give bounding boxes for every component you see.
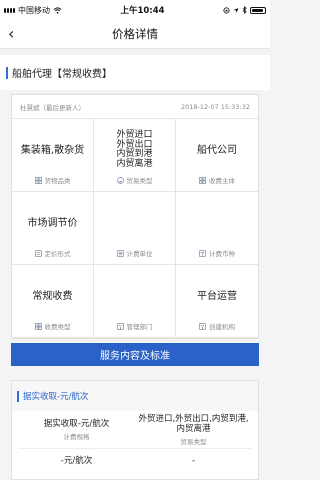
table-row: 据实收取-元/航次 计费规格 外贸进口,外贸出口,内贸到港,内贸离港 贸易类型 xyxy=(18,411,252,449)
detail-title: 据实收取-元/航次 xyxy=(23,392,89,402)
cell-value: 常规收费 xyxy=(32,290,73,302)
bluetooth-icon xyxy=(242,6,247,14)
status-bar: 中国移动 上午10:44 xyxy=(0,0,270,20)
cell-value: 集装箱,散杂货 xyxy=(20,144,85,156)
cell-value: 船代公司 xyxy=(197,144,237,156)
rotation-lock-icon xyxy=(223,6,230,14)
cell-label-wrap: 货物品类 xyxy=(34,175,71,185)
table-cell: 外贸进口,外贸出口,内贸到港,内贸离港 贸易类型 xyxy=(135,414,252,446)
cell-pricing-form: 市场调节价 定价形式 xyxy=(12,192,94,265)
cell-label: 定价形式 xyxy=(44,250,71,258)
battery-icon xyxy=(250,6,266,14)
wifi-icon xyxy=(53,6,62,14)
cell-label-wrap: 管理部门 xyxy=(116,321,153,331)
cell-billing-currency: 计费币种 xyxy=(176,192,258,265)
service-standards-button[interactable]: 服务内容及标准 xyxy=(11,343,259,366)
cell-trade-type: 外贸进口 外贸出口 内贸到港 内贸离港 贸易类型 xyxy=(94,119,176,192)
cell-label: 贸易类型 xyxy=(126,177,153,185)
cell-billing-unit: 计费单位 xyxy=(94,192,176,265)
meta-row: 杜慧斌（最后更新人） 2018-12-07 15:33:32 xyxy=(12,95,258,119)
detail-table: 据实收取-元/航次 计费规格 外贸进口,外贸出口,内贸到港,内贸离港 贸易类型 … xyxy=(18,411,252,473)
cell-management-dept: 管理部门 xyxy=(94,265,176,338)
trade-type-value: 外贸进口,外贸出口,内贸到港,内贸离港 xyxy=(138,413,249,434)
grid-icon xyxy=(34,176,42,184)
grid-icon xyxy=(199,176,206,184)
cell-label: 管理部门 xyxy=(126,323,153,331)
section-header: 船舶代理【常规收费】 xyxy=(0,55,270,90)
clock: 上午10:44 xyxy=(120,6,165,16)
table-cell: -元/航次 xyxy=(18,456,135,466)
table-cell: - xyxy=(135,456,252,466)
cell-label-wrap: 收费类型 xyxy=(34,321,71,331)
billing-spec-value: -元/航次 xyxy=(60,456,93,466)
cell-label-wrap: 创建机构 xyxy=(199,321,235,331)
billing-spec-value: 据实收取-元/航次 xyxy=(43,418,110,429)
cell-charging-entity: 船代公司 收费主体 xyxy=(176,119,258,192)
location-icon xyxy=(233,7,239,13)
price-info-card: 杜慧斌（最后更新人） 2018-12-07 15:33:32 集装箱,散杂货 货… xyxy=(11,94,259,339)
section-title: 船舶代理【常规收费】 xyxy=(12,69,112,80)
accent-bar xyxy=(17,390,19,402)
cell-value: 市场调节价 xyxy=(27,217,78,229)
currency-icon xyxy=(199,249,206,257)
cell-label: 收费类型 xyxy=(44,323,71,331)
status-right xyxy=(223,6,266,14)
accent-bar xyxy=(6,66,8,79)
billing-spec-label: 计费规格 xyxy=(63,432,90,441)
cell-label-wrap: 计费单位 xyxy=(116,248,153,258)
updater: 杜慧斌（最后更新人） xyxy=(20,103,85,112)
status-left: 中国移动 xyxy=(4,5,62,16)
building-icon xyxy=(199,322,206,330)
cell-label: 计费币种 xyxy=(209,250,235,258)
signal-icon xyxy=(4,7,15,13)
grid-icon xyxy=(34,322,42,330)
trade-type-label: 贸易类型 xyxy=(180,437,207,446)
table-cell: 据实收取-元/航次 计费规格 xyxy=(18,419,135,441)
update-timestamp: 2018-12-07 15:33:32 xyxy=(180,102,250,111)
cell-label-wrap: 定价形式 xyxy=(34,248,71,258)
table-row: -元/航次 - xyxy=(18,449,252,473)
cell-value: 外贸进口 外贸出口 内贸到港 内贸离港 xyxy=(116,125,152,175)
cell-label: 计费单位 xyxy=(126,250,153,258)
building-icon xyxy=(116,322,124,330)
cell-label-wrap: 收费主体 xyxy=(199,175,235,185)
carrier-label: 中国移动 xyxy=(18,5,50,15)
cell-value: 平台运营 xyxy=(197,290,237,302)
cell-label: 货物品类 xyxy=(44,177,71,185)
cell-charge-type: 常规收费 收费类型 xyxy=(12,265,94,338)
detail-header: 据实收取-元/航次 xyxy=(12,381,258,411)
cell-cargo-category: 集装箱,散杂货 货物品类 xyxy=(12,119,94,192)
page-title: 价格详情 xyxy=(112,27,158,41)
nav-bar: ‹ 价格详情 xyxy=(0,20,270,49)
ship-icon xyxy=(116,176,124,184)
detail-card: 据实收取-元/航次 据实收取-元/航次 计费规格 外贸进口,外贸出口,内贸到港,… xyxy=(11,380,259,480)
trade-type-value: - xyxy=(191,456,196,466)
cell-label: 收费主体 xyxy=(209,177,235,185)
cell-label-wrap: 贸易类型 xyxy=(116,175,153,185)
cell-creating-org: 平台运营 创建机构 xyxy=(176,265,258,338)
back-button[interactable]: ‹ xyxy=(8,25,14,43)
tag-icon xyxy=(34,249,42,257)
info-grid: 集装箱,散杂货 货物品类 外贸进口 外贸出口 内贸到港 内贸离港 贸易类型 船代… xyxy=(12,119,258,338)
cell-label: 创建机构 xyxy=(209,323,235,331)
unit-icon xyxy=(116,249,124,257)
trade-type-line: 内贸离港 xyxy=(116,158,153,169)
cell-label-wrap: 计费币种 xyxy=(199,248,235,258)
